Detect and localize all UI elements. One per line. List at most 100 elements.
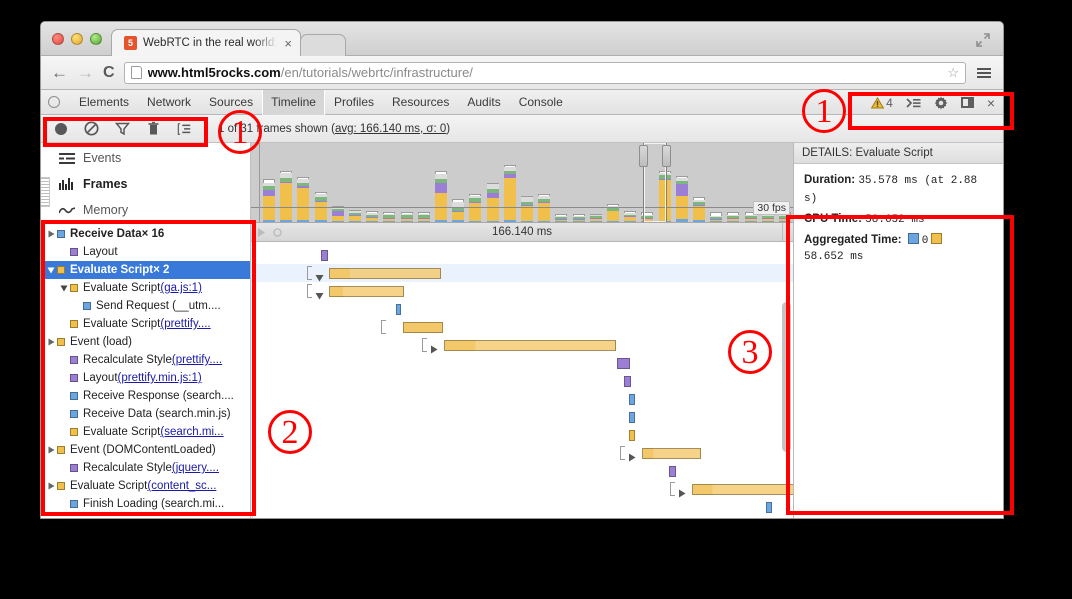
collapse-arrow-icon[interactable] xyxy=(58,285,70,292)
frame-mode-button[interactable] xyxy=(177,121,192,136)
waterfall-bar[interactable] xyxy=(629,394,635,405)
collapse-arrow-icon[interactable] xyxy=(45,267,57,274)
minimize-window-button[interactable] xyxy=(71,33,83,45)
expand-arrow-icon[interactable] xyxy=(45,446,57,454)
waterfall-bar[interactable] xyxy=(329,286,404,297)
waterfall-row[interactable] xyxy=(251,372,793,390)
waterfall-expand-arrow-icon[interactable] xyxy=(628,449,637,458)
timeline-mode-memory[interactable]: Memory xyxy=(41,197,250,223)
record-source-link[interactable]: (prettify.... xyxy=(172,354,222,366)
timeline-record-row[interactable]: Receive Data (search.min.js) xyxy=(41,405,250,423)
chrome-menu-icon[interactable] xyxy=(975,66,993,80)
expand-arrow-icon[interactable] xyxy=(45,482,57,490)
timeline-record-row[interactable]: Send Request (__utm.... xyxy=(41,297,250,315)
zoom-window-button[interactable] xyxy=(90,33,102,45)
expand-arrow-icon[interactable] xyxy=(45,338,57,346)
waterfall-row[interactable] xyxy=(251,426,793,444)
overview-handle-left[interactable] xyxy=(639,145,648,167)
close-window-button[interactable] xyxy=(52,33,64,45)
waterfall-row[interactable] xyxy=(251,264,793,282)
address-bar[interactable]: www.html5rocks.com/en/tutorials/webrtc/i… xyxy=(124,62,966,84)
waterfall-bar[interactable] xyxy=(617,358,630,369)
timeline-record-row[interactable]: Event (load) xyxy=(41,333,250,351)
timeline-mode-frames[interactable]: Frames xyxy=(41,171,250,197)
record-source-link[interactable]: (search.mi... xyxy=(160,426,223,438)
waterfall-row[interactable] xyxy=(251,282,793,300)
timeline-record-row[interactable]: Receive Response (search.... xyxy=(41,387,250,405)
back-button[interactable]: ← xyxy=(51,64,68,81)
timeline-record-row[interactable]: Receive Data × 16 xyxy=(41,225,250,243)
waterfall-bar[interactable] xyxy=(766,502,772,513)
tab-close-icon[interactable]: × xyxy=(284,37,292,50)
forward-button[interactable]: → xyxy=(77,64,94,81)
devtools-tab-elements[interactable]: Elements xyxy=(70,90,138,115)
waterfall-bar[interactable] xyxy=(444,340,616,351)
overview-selection-window[interactable] xyxy=(643,143,667,222)
waterfall-bar[interactable] xyxy=(669,466,676,477)
waterfall-bar[interactable] xyxy=(403,322,443,333)
gear-icon[interactable] xyxy=(934,96,948,110)
timeline-record-row[interactable]: Recalculate Style (jquery.... xyxy=(41,459,250,477)
timeline-waterfall[interactable] xyxy=(251,242,793,519)
new-tab-button[interactable] xyxy=(300,34,346,56)
inspect-element-icon[interactable] xyxy=(48,96,60,108)
waterfall-bar[interactable] xyxy=(321,250,328,261)
record-source-link[interactable]: (content_sc... xyxy=(147,480,216,492)
record-button[interactable] xyxy=(53,121,68,136)
devtools-tab-audits[interactable]: Audits xyxy=(458,90,509,115)
record-source-link[interactable]: (prettify.... xyxy=(160,318,210,330)
frames-status-link[interactable]: avg: 166.140 ms, σ: 0 xyxy=(335,123,446,135)
waterfall-row[interactable] xyxy=(251,336,793,354)
waterfall-expand-arrow-icon[interactable] xyxy=(678,485,687,494)
waterfall-row[interactable] xyxy=(251,444,793,462)
waterfall-row[interactable] xyxy=(251,318,793,336)
waterfall-collapse-arrow-icon[interactable] xyxy=(315,269,324,278)
devtools-tab-resources[interactable]: Resources xyxy=(383,90,458,115)
frames-overview-chart[interactable]: 30 fps xyxy=(251,143,793,223)
devtools-tab-timeline[interactable]: Timeline xyxy=(262,90,325,115)
expand-arrow-icon[interactable] xyxy=(45,230,57,238)
page-info-icon[interactable] xyxy=(131,66,142,79)
waterfall-bar[interactable] xyxy=(642,448,701,459)
timeline-mode-events[interactable]: Events xyxy=(41,145,250,171)
waterfall-row[interactable] xyxy=(251,354,793,372)
timeline-record-row[interactable]: Event (DOMContentLoaded) xyxy=(41,441,250,459)
waterfall-row[interactable] xyxy=(251,300,793,318)
maximize-icon[interactable] xyxy=(975,32,991,48)
waterfall-row[interactable] xyxy=(251,390,793,408)
waterfall-bar[interactable] xyxy=(629,412,635,423)
timeline-record-row[interactable]: Evaluate Script (ga.js:1) xyxy=(41,279,250,297)
timeline-record-row[interactable]: Recalculate Style (prettify.... xyxy=(41,351,250,369)
waterfall-expand-arrow-icon[interactable] xyxy=(430,341,439,350)
waterfall-bar[interactable] xyxy=(629,430,635,441)
record-source-link[interactable]: (ga.js:1) xyxy=(160,282,202,294)
timeline-record-row[interactable]: Layout xyxy=(41,243,250,261)
record-source-link[interactable]: (prettify.min.js:1) xyxy=(118,372,202,384)
waterfall-row[interactable] xyxy=(251,480,793,498)
waterfall-bar[interactable] xyxy=(624,376,631,387)
delete-records-button[interactable] xyxy=(146,121,161,136)
record-source-link[interactable]: (jquery.... xyxy=(172,462,219,474)
timeline-record-row[interactable]: Evaluate Script (content_sc... xyxy=(41,477,250,495)
devtools-close-icon[interactable]: × xyxy=(987,96,995,110)
clear-button[interactable] xyxy=(84,121,99,136)
waterfall-scrollbar[interactable] xyxy=(782,302,791,452)
timeline-record-row[interactable]: Evaluate Script × 2 xyxy=(41,261,250,279)
timeline-record-row[interactable]: Evaluate Script (search.mi... xyxy=(41,423,250,441)
timeline-record-row[interactable]: Finish Loading (search.mi... xyxy=(41,495,250,513)
console-drawer-icon[interactable] xyxy=(906,97,921,109)
timeline-record-row[interactable]: Evaluate Script (prettify.... xyxy=(41,315,250,333)
sidebar-drag-handle[interactable] xyxy=(41,177,50,207)
waterfall-row[interactable] xyxy=(251,246,793,264)
warning-count-badge[interactable]: 4 xyxy=(871,96,893,110)
reload-button[interactable]: C xyxy=(103,65,115,81)
overview-handle-right[interactable] xyxy=(662,145,671,167)
waterfall-collapse-arrow-icon[interactable] xyxy=(315,287,324,296)
timeline-record-row[interactable]: Layout (prettify.min.js:1) xyxy=(41,369,250,387)
window-controls[interactable] xyxy=(52,33,102,45)
devtools-tab-console[interactable]: Console xyxy=(510,90,572,115)
waterfall-bar[interactable] xyxy=(329,268,441,279)
filter-button[interactable] xyxy=(115,121,130,136)
waterfall-row[interactable] xyxy=(251,498,793,516)
browser-tab-active[interactable]: 5 WebRTC in the real world: × xyxy=(111,29,301,56)
